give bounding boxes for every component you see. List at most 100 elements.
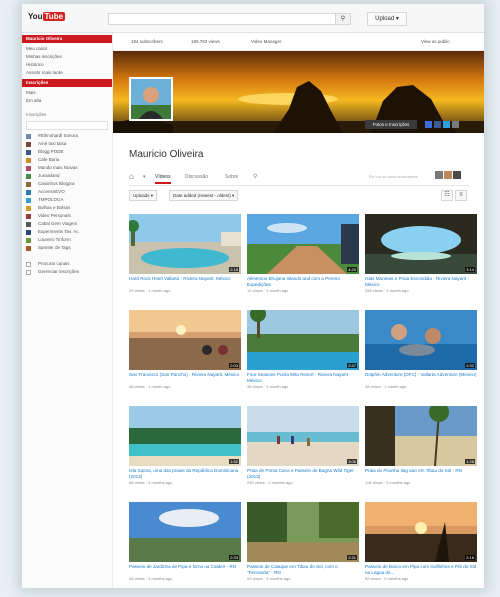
video-card[interactable]: 2:47 Four Seasons Punta Mita Resort - Ri… — [247, 310, 359, 389]
sidebar-head-section[interactable]: Inscrições — [22, 79, 112, 87]
duration-badge: 2:16 — [465, 555, 475, 560]
channel-title: Mauricio Oliveira — [129, 149, 204, 160]
sidebar-item[interactable]: Mais — [22, 89, 112, 97]
search-input[interactable] — [108, 13, 336, 25]
subscription-item[interactable]: Sprinter de Tags — [22, 244, 112, 252]
related-channel-avatar[interactable] — [444, 171, 452, 179]
video-thumbnail[interactable]: 1:28 — [365, 406, 477, 466]
video-meta: 256 views · 1 month ago — [365, 288, 409, 293]
search-button[interactable]: ⚲ — [335, 13, 351, 25]
channel-avatar[interactable] — [129, 77, 173, 121]
video-title-link[interactable]: Isla Saona, uma das praias da República … — [129, 468, 241, 479]
subscription-item[interactable]: TMPOLOGA — [22, 196, 112, 204]
manage-subscriptions-item[interactable]: Gerenciar inscrições — [22, 268, 112, 276]
video-meta: 88 views · 2 months ago — [129, 480, 173, 485]
video-card[interactable]: 3:14 Islas Marietas e Praia Escondida - … — [365, 214, 477, 293]
views-count: 199,783 views — [191, 39, 220, 44]
channel-avatar-icon — [26, 197, 31, 203]
subscription-item[interactable]: AccensnEVO — [22, 188, 112, 196]
subscription-item[interactable]: Amé taxi taisa — [22, 140, 112, 148]
subscription-item[interactable]: Loureiro Tinform — [22, 236, 112, 244]
related-channel-avatar[interactable] — [435, 171, 443, 179]
sidebar-item[interactable]: Meu canal — [22, 45, 112, 53]
video-card[interactable]: 2:18 Hard Rock Hotel Vallarta - Riviera … — [129, 214, 241, 293]
subscription-item[interactable]: Blogg PODE — [22, 148, 112, 156]
facebook-icon[interactable] — [434, 121, 441, 128]
subscription-item[interactable]: Caixinhos Blogpra — [22, 180, 112, 188]
subscription-item[interactable]: #Ethnohardi Sonora — [22, 132, 112, 140]
video-card[interactable]: 1:28 Praia do Piranha Ilag aao em Tibau … — [365, 406, 477, 485]
sidebar-item[interactable]: Em alta — [22, 97, 112, 105]
subscription-item[interactable]: Junaisland — [22, 172, 112, 180]
sidebar-item[interactable]: Assistir mais tarde — [22, 69, 112, 77]
sidebar-item[interactable]: Minhas inscrições — [22, 53, 112, 61]
upload-button[interactable]: Upload ▾ — [367, 12, 407, 26]
home-icon[interactable]: ⌂ — [129, 172, 134, 181]
video-card[interactable]: 2:31 Passeio de Caiaque em Tibau do Sol,… — [247, 502, 359, 581]
sidebar-head-channel[interactable]: Mauricio Oliveira — [22, 35, 112, 43]
video-title-link[interactable]: Praia do Piranha Ilag aao em Tibau do So… — [365, 468, 477, 479]
video-card[interactable]: 4:20 Alimentos Bhujana Islands and com a… — [247, 214, 359, 293]
google-plus-icon[interactable] — [425, 121, 432, 128]
browse-channels-item[interactable]: Procurar canais — [22, 260, 112, 268]
view-as-public-link[interactable]: View as public — [421, 39, 450, 44]
subscription-item[interactable]: Cafe Baria — [22, 156, 112, 164]
video-thumbnail[interactable]: 2:31 — [247, 502, 359, 562]
video-thumbnail[interactable]: 4:20 — [247, 214, 359, 274]
youtube-logo[interactable]: You Tube — [28, 12, 66, 24]
subscription-item[interactable]: Video Personals — [22, 212, 112, 220]
video-title-link[interactable]: Passeio de Jardinha de Pipa e forno na C… — [129, 564, 241, 575]
video-manager-link[interactable]: Video Manager — [251, 39, 281, 44]
related-channel-avatar[interactable] — [453, 171, 461, 179]
resort-pool-thumbnail-image — [247, 310, 359, 370]
video-thumbnail[interactable]: 2:16 — [365, 502, 477, 562]
video-title-link[interactable]: Passeio de Barco em Pipa com Golfinhos e… — [365, 564, 477, 575]
channel-avatar-icon — [26, 213, 31, 219]
sidebar-item[interactable]: Histórico — [22, 61, 112, 69]
subscription-item[interactable]: Cabal Gem Viagem — [22, 220, 112, 228]
video-title-link[interactable]: Passeio de Caiaque em Tibau do Sol, com … — [247, 564, 359, 575]
subscription-item[interactable]: Bolhas e Bolsas — [22, 204, 112, 212]
video-card[interactable]: 2:03 San Francisco (San Pancho) - Rivier… — [129, 310, 241, 389]
video-thumbnail[interactable]: 2:33 — [129, 502, 241, 562]
subscription-item[interactable]: Mundo mais Noivas — [22, 164, 112, 172]
video-thumbnail[interactable]: 2:47 — [247, 310, 359, 370]
video-title-link[interactable]: Islas Marietas e Praia Escondida - Rivie… — [365, 276, 477, 287]
video-card[interactable]: 2:32 Dolphin Adventure (DFC) - Vallarta … — [365, 310, 477, 389]
tab-videos[interactable]: Vídeos — [155, 174, 171, 184]
tab-about[interactable]: Sobre — [225, 174, 238, 180]
list-view-button[interactable]: ≡ — [455, 190, 467, 201]
video-thumbnail[interactable]: 1:52 — [129, 406, 241, 466]
banner-link-button[interactable]: Fotos e Inscrições — [365, 120, 417, 129]
video-thumbnail[interactable]: 3:06 — [247, 406, 359, 466]
video-meta: 36 views · 1 month ago — [247, 384, 289, 389]
tab-discussion[interactable]: Discussão — [185, 174, 208, 180]
sort-dropdown[interactable]: Date added (newest - oldest) ▾ — [169, 190, 239, 201]
video-thumbnail[interactable]: 2:18 — [129, 214, 241, 274]
subscriptions-search-input[interactable] — [26, 121, 108, 130]
island-beach-thumbnail-image — [129, 406, 241, 466]
twitter-icon[interactable] — [443, 121, 450, 128]
video-thumbnail[interactable]: 3:14 — [365, 214, 477, 274]
channel-search-icon[interactable]: ⚲ — [253, 173, 257, 180]
video-card[interactable]: 1:52 Isla Saona, uma das praias da Repúb… — [129, 406, 241, 485]
video-card[interactable]: 2:33 Passeio de Jardinha de Pipa e forno… — [129, 502, 241, 581]
video-title-link[interactable]: Hard Rock Hotel Vallarta - Riviera Nayar… — [129, 276, 241, 287]
video-title-link[interactable]: Four Seasons Punta Mita Resort - Riviera… — [247, 372, 359, 383]
video-title-link[interactable]: Alimentos Bhujana Islands and com a Pere… — [247, 276, 359, 287]
duration-badge: 4:20 — [347, 267, 357, 272]
video-title-link[interactable]: Dolphin Adventure (DFC) - Vallarta Adven… — [365, 372, 477, 383]
video-card[interactable]: 3:06 Praia de Ponta Cana e Passeio de Ba… — [247, 406, 359, 485]
external-link-icon[interactable] — [452, 121, 459, 128]
video-card[interactable]: 2:16 Passeio de Barco em Pipa com Golfin… — [365, 502, 477, 581]
subscription-item[interactable]: Experiments Tav. Ac. — [22, 228, 112, 236]
video-thumbnail[interactable]: 2:32 — [365, 310, 477, 370]
tab-dropdown-icon[interactable]: ▾ — [143, 174, 146, 180]
uploads-dropdown[interactable]: Uploads ▾ — [129, 190, 158, 201]
duration-badge: 2:31 — [347, 555, 357, 560]
video-title-link[interactable]: San Francisco (San Pancho) - Riviera Nay… — [129, 372, 241, 383]
grid-view-button[interactable]: ☷ — [441, 190, 453, 201]
channel-avatar-icon — [26, 237, 31, 243]
video-thumbnail[interactable]: 2:03 — [129, 310, 241, 370]
video-title-link[interactable]: Praia de Ponta Cana e Passeio de Bagna W… — [247, 468, 359, 479]
